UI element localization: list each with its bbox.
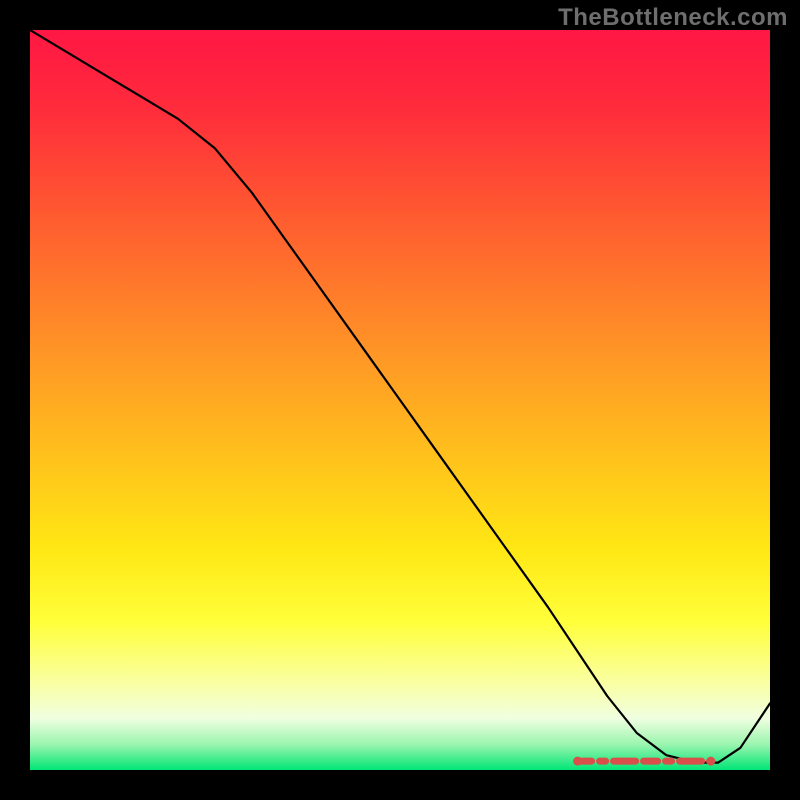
plot-area	[30, 30, 770, 770]
chart-svg	[30, 30, 770, 770]
chart-frame: TheBottleneck.com	[0, 0, 800, 800]
watermark-label: TheBottleneck.com	[558, 4, 788, 32]
